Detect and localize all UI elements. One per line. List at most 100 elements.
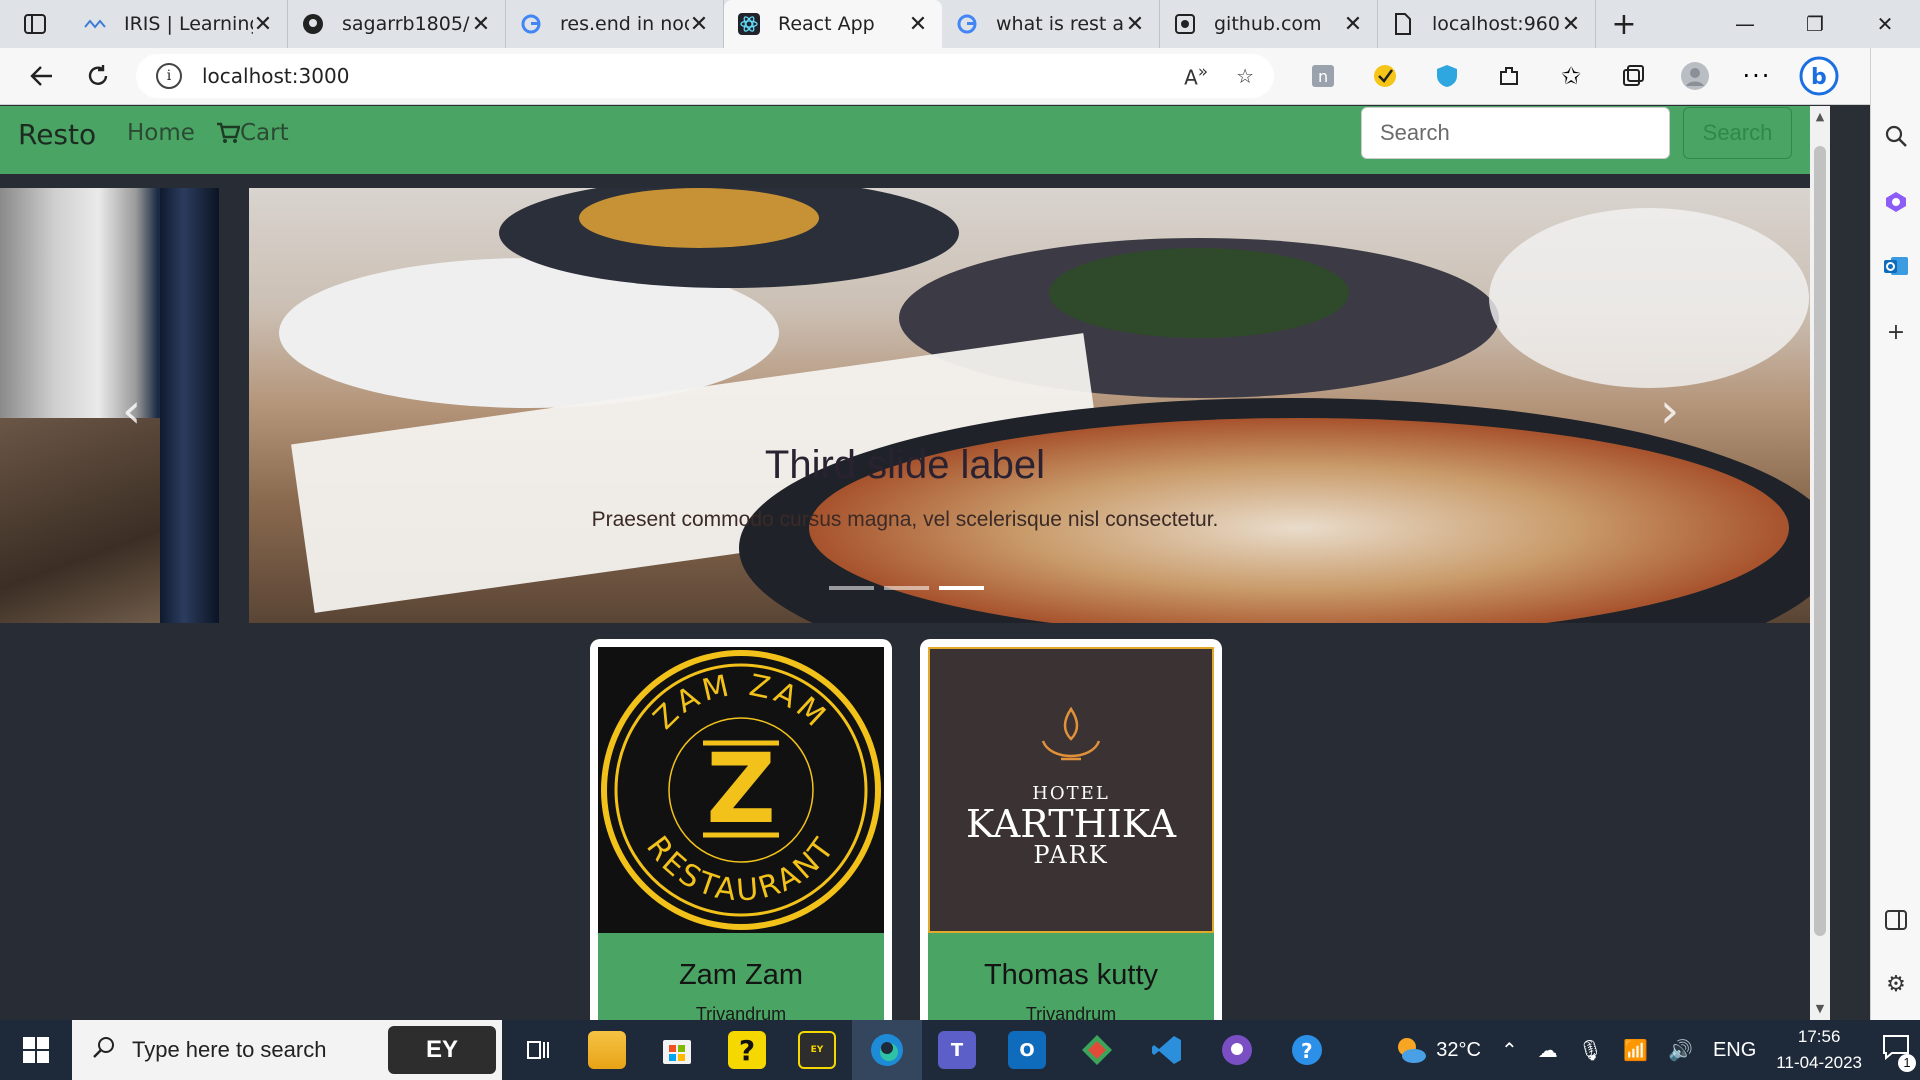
logo-line3: PARK xyxy=(1033,841,1108,869)
language-indicator[interactable]: ENG xyxy=(1713,1039,1756,1062)
card-body: Zam Zam Trivandrum xyxy=(598,933,884,1020)
scroll-down-icon[interactable]: ▼ xyxy=(1810,1002,1830,1015)
file-explorer-icon[interactable] xyxy=(572,1020,642,1080)
add-sidebar-app-icon[interactable]: + xyxy=(1871,312,1920,352)
show-hidden-icons[interactable]: ⌃ xyxy=(1501,1038,1518,1063)
weather-widget[interactable]: 32°C xyxy=(1394,1035,1481,1065)
refresh-icon[interactable] xyxy=(70,54,126,98)
teams-icon[interactable]: T xyxy=(922,1020,992,1080)
close-icon[interactable]: ✕ xyxy=(471,12,491,37)
volume-icon[interactable]: 🔊 xyxy=(1668,1038,1693,1063)
carousel-indicator[interactable] xyxy=(829,586,874,590)
tab-github[interactable]: github.com ✕ xyxy=(1160,0,1378,48)
zamzam-logo-icon: ZAM ZAM RESTAURANT Z xyxy=(601,650,881,930)
restaurant-logo: ZAM ZAM RESTAURANT Z xyxy=(598,647,884,933)
tab-google-resend[interactable]: res.end in node ✕ xyxy=(506,0,724,48)
site-navbar: Resto Home Cart Search Search xyxy=(0,106,1810,174)
logo-line1: HOTEL xyxy=(1032,783,1110,804)
favorite-add-icon[interactable]: ☆ xyxy=(1236,64,1254,88)
restaurant-card[interactable]: ZAM ZAM RESTAURANT Z Zam Zam Trivandrum xyxy=(590,639,892,1020)
get-help-icon[interactable]: ? xyxy=(1272,1020,1342,1080)
browser-toolbar: i localhost:3000 A» ☆ n ✩ ··· b xyxy=(0,48,1920,105)
close-icon[interactable]: ✕ xyxy=(1343,12,1363,37)
ey-logo-icon: EY xyxy=(388,1026,496,1074)
github-desktop-icon[interactable] xyxy=(1202,1020,1272,1080)
close-icon[interactable]: ✕ xyxy=(908,12,928,37)
tab-iris[interactable]: IRIS | Learning M ✕ xyxy=(70,0,288,48)
temperature: 32°C xyxy=(1436,1038,1481,1061)
restaurant-card[interactable]: HOTEL KARTHIKA PARK Thomas kutty Trivand… xyxy=(920,639,1222,1020)
tab-github-repo[interactable]: sagarrb1805/re ✕ xyxy=(288,0,506,48)
windows-start-icon[interactable] xyxy=(0,1020,72,1080)
minimize-icon[interactable]: — xyxy=(1710,0,1780,48)
restaurant-logo: HOTEL KARTHIKA PARK xyxy=(928,647,1214,933)
carousel-indicator[interactable] xyxy=(884,586,929,590)
close-icon[interactable]: ✕ xyxy=(1561,12,1581,37)
nav-home-link[interactable]: Home xyxy=(127,120,195,146)
notion-extension-icon[interactable]: n xyxy=(1292,54,1354,98)
ey-discover-icon[interactable]: EY xyxy=(782,1020,852,1080)
page-scrollbar[interactable]: ▲ ▼ xyxy=(1810,106,1830,1020)
carousel-prev-icon[interactable]: ‹ xyxy=(122,383,141,439)
microphone-icon[interactable]: 🎙 xyxy=(1578,1038,1603,1063)
profile-avatar-icon[interactable] xyxy=(1664,54,1726,98)
close-window-icon[interactable]: ✕ xyxy=(1850,0,1920,48)
wifi-icon[interactable]: 📶 xyxy=(1623,1038,1648,1063)
close-icon[interactable]: ✕ xyxy=(1125,12,1145,37)
check-extension-icon[interactable] xyxy=(1354,54,1416,98)
tab-title: what is rest api xyxy=(996,13,1125,35)
scrollbar-thumb[interactable] xyxy=(1814,146,1826,936)
active-slide-image xyxy=(249,188,1810,623)
microsoft-store-icon[interactable] xyxy=(642,1020,712,1080)
card-body: Thomas kutty Trivandrum xyxy=(928,933,1214,1020)
sidebar-panel-icon[interactable] xyxy=(1871,900,1920,940)
restore-icon[interactable]: ❐ xyxy=(1780,0,1850,48)
tab-google-restapi[interactable]: what is rest api ✕ xyxy=(942,0,1160,48)
carousel-next-icon[interactable]: › xyxy=(1660,383,1679,439)
site-info-icon[interactable]: i xyxy=(156,63,182,89)
notifications-icon[interactable]: 1 xyxy=(1882,1034,1916,1072)
shield-extension-icon[interactable] xyxy=(1416,54,1478,98)
onedrive-icon[interactable]: ☁ xyxy=(1538,1038,1558,1063)
carousel-indicator-active[interactable] xyxy=(939,586,984,590)
close-icon[interactable]: ✕ xyxy=(689,12,709,37)
task-view-icon[interactable] xyxy=(502,1020,572,1080)
tab-react-app[interactable]: React App ✕ xyxy=(724,0,942,48)
restaurant-city: Trivandrum xyxy=(695,1004,787,1020)
read-aloud-icon[interactable]: A» xyxy=(1184,62,1208,90)
outlook-icon[interactable] xyxy=(1871,246,1920,286)
edge-browser-icon[interactable] xyxy=(852,1020,922,1080)
address-bar[interactable]: i localhost:3000 A» ☆ xyxy=(136,54,1274,98)
vscode-icon[interactable] xyxy=(1132,1020,1202,1080)
office-icon[interactable] xyxy=(1871,182,1920,222)
collections-icon[interactable] xyxy=(1602,54,1664,98)
cart-icon xyxy=(217,122,240,143)
git-tool-icon[interactable] xyxy=(1062,1020,1132,1080)
notification-count: 1 xyxy=(1898,1054,1916,1072)
extensions-icon[interactable] xyxy=(1478,54,1540,98)
bing-copilot-icon[interactable]: b xyxy=(1788,54,1850,98)
svg-text:?: ? xyxy=(1301,1039,1313,1063)
outlook-icon[interactable]: O xyxy=(992,1020,1062,1080)
help-app-icon[interactable]: ? xyxy=(712,1020,782,1080)
new-tab-button[interactable]: + xyxy=(1596,0,1652,48)
search-icon xyxy=(92,1035,116,1065)
brand-link[interactable]: Resto xyxy=(18,118,96,151)
favorites-icon[interactable]: ✩ xyxy=(1540,54,1602,98)
more-options-icon[interactable]: ··· xyxy=(1726,54,1788,98)
settings-gear-icon[interactable]: ⚙ xyxy=(1871,964,1920,1004)
hero-carousel: ‹ › Third slide label Praesent commodo c… xyxy=(0,188,1810,623)
search-input[interactable]: Search xyxy=(1361,107,1670,159)
tab-actions-icon[interactable] xyxy=(0,0,70,48)
scroll-up-icon[interactable]: ▲ xyxy=(1810,110,1830,123)
back-icon[interactable] xyxy=(14,54,70,98)
nav-cart-link[interactable]: Cart xyxy=(216,120,289,146)
clock-date: 11-04-2023 xyxy=(1776,1053,1862,1072)
tab-localhost-9600[interactable]: localhost:9600 ✕ xyxy=(1378,0,1596,48)
close-icon[interactable]: ✕ xyxy=(253,12,273,37)
search-button[interactable]: Search xyxy=(1683,107,1792,159)
taskbar-search-box[interactable]: Type here to search EY xyxy=(72,1020,502,1080)
search-icon[interactable] xyxy=(1871,116,1920,156)
clock[interactable]: 17:56 11-04-2023 xyxy=(1776,1024,1862,1076)
iris-icon xyxy=(84,13,106,35)
